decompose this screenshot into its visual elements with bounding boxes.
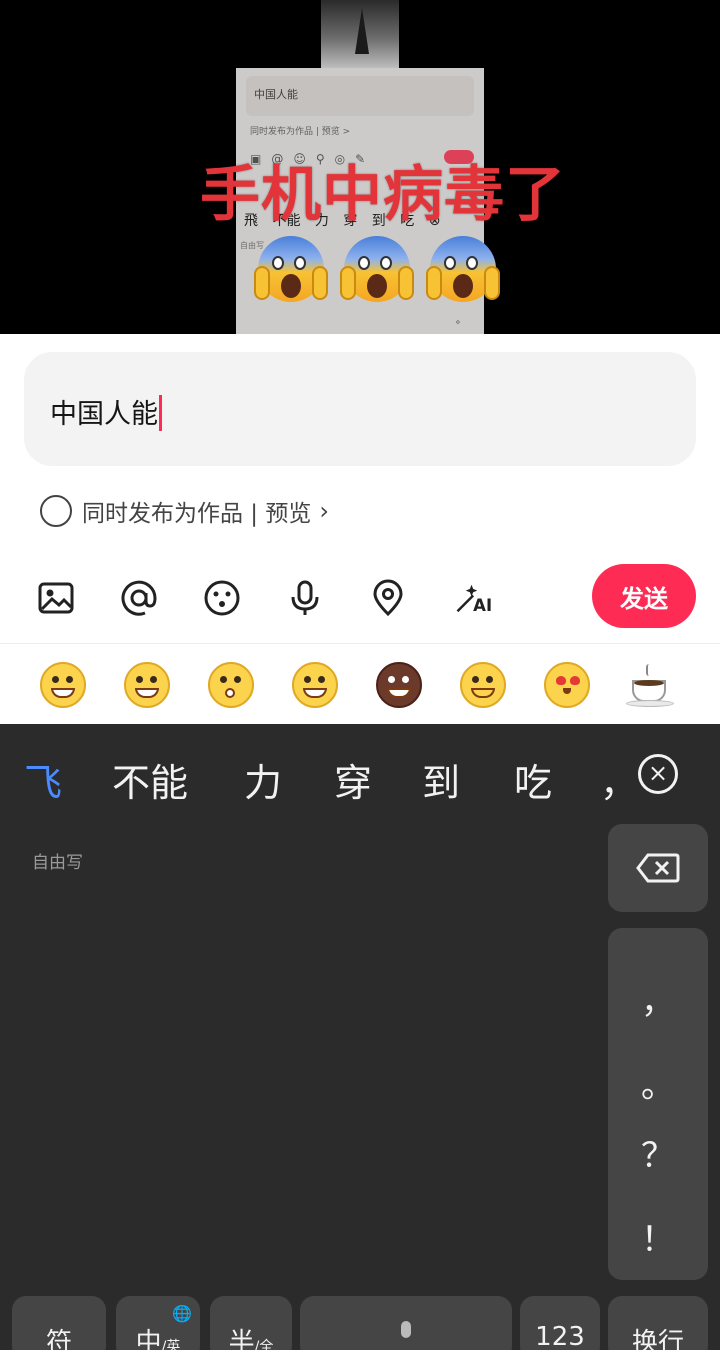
period-key[interactable]: 。 xyxy=(608,1058,708,1107)
publish-as-work-label: 同时发布为作品 | 预览 xyxy=(82,501,312,527)
half-full-width-key[interactable]: 半/全 xyxy=(210,1296,292,1350)
virus-caption: 手机中病毒了 xyxy=(200,160,566,230)
comment-input[interactable]: 中国人能 xyxy=(24,352,696,466)
comma-key[interactable]: ， xyxy=(608,974,708,1023)
emoji-icon[interactable] xyxy=(202,578,242,618)
ime-keyboard: 飞 不能 力 穿 到 吃 ， × 自由写 ， 。 ？ ！ 符 中/英 🌐 半/全… xyxy=(0,724,720,1350)
exclamation-key[interactable]: ！ xyxy=(608,1212,708,1261)
preview-dot: 。 xyxy=(456,315,466,326)
grinning-sweat-emoji[interactable] xyxy=(122,660,172,710)
face-screaming-in-fear-icon xyxy=(426,232,500,306)
close-candidates-icon[interactable]: × xyxy=(638,754,678,794)
half-width-label: 半 xyxy=(228,1328,255,1350)
smiling-emoji[interactable] xyxy=(458,660,508,710)
language-switch-key[interactable]: 中/英 🌐 xyxy=(116,1296,200,1350)
backspace-icon xyxy=(636,853,680,883)
full-width-sub: /全 xyxy=(254,1339,274,1350)
language-switch-label: 中 xyxy=(135,1328,162,1350)
face-screaming-in-fear-icon xyxy=(340,232,414,306)
candidate-item[interactable]: 不能 xyxy=(112,752,188,807)
comment-toolbar: AI 发送 xyxy=(0,564,720,632)
heart-eyes-kiss-emoji[interactable] xyxy=(542,660,592,710)
comment-panel: 中国人能 同时发布为作品 | 预览 › AI 发送 xyxy=(0,334,720,724)
text-caret xyxy=(159,394,162,431)
preview-input: 中国人能 xyxy=(246,76,474,116)
enter-key[interactable]: 换行 xyxy=(608,1296,708,1350)
candidate-bar: 飞 不能 力 穿 到 吃 ， xyxy=(0,746,720,806)
chevron-right-icon[interactable]: › xyxy=(319,497,329,525)
globe-icon: 🌐 xyxy=(172,1304,192,1323)
microphone-icon[interactable] xyxy=(285,578,325,618)
candidate-item[interactable]: 力 xyxy=(244,752,282,807)
video-preview-area: 中国人能 同时发布为作品 | 预览 > ▣@☺⚲◎✎ 飛 不能 力 穿 到 吃 … xyxy=(0,0,720,334)
question-key[interactable]: ？ xyxy=(608,1128,708,1177)
ai-label: AI xyxy=(473,596,492,615)
preview-publish-text: 同时发布为作品 | 预览 > xyxy=(250,127,351,137)
comment-input-value: 中国人能 xyxy=(50,399,158,430)
microphone-icon xyxy=(401,1321,411,1338)
punctuation-panel: ， 。 ？ ！ xyxy=(608,928,708,1280)
publish-radio[interactable] xyxy=(40,495,72,527)
candidate-item[interactable]: 吃 xyxy=(514,752,552,807)
at-mention-icon[interactable] xyxy=(119,578,159,618)
send-button[interactable]: 发送 xyxy=(592,564,696,628)
coffee-cup-emoji[interactable] xyxy=(626,660,676,710)
space-voice-key[interactable] xyxy=(300,1296,512,1350)
grin-emoji[interactable] xyxy=(290,660,340,710)
location-pin-icon[interactable] xyxy=(368,578,408,618)
publish-as-work-option[interactable]: 同时发布为作品 | 预览 › xyxy=(40,494,329,528)
laughing-rolling-emoji[interactable] xyxy=(38,660,88,710)
surprised-emoji[interactable] xyxy=(206,660,256,710)
handwriting-area-label: 自由写 xyxy=(32,853,83,873)
symbol-key[interactable]: 符 xyxy=(12,1296,106,1350)
candidate-item[interactable]: 飞 xyxy=(24,752,62,807)
keyboard-bottom-row: 符 中/英 🌐 半/全 123 换行 xyxy=(0,1296,720,1350)
candidate-item[interactable]: ， xyxy=(600,752,638,807)
image-icon[interactable] xyxy=(36,578,76,618)
backspace-key[interactable] xyxy=(608,824,708,912)
candidate-item[interactable]: 穿 xyxy=(334,752,372,807)
brown-face-emoji[interactable] xyxy=(374,660,424,710)
scared-emoji-row xyxy=(254,232,500,308)
emoji-quick-bar xyxy=(0,643,720,724)
numbers-key[interactable]: 123 xyxy=(520,1296,600,1350)
face-screaming-in-fear-icon xyxy=(254,232,328,306)
language-switch-sub: /英 xyxy=(161,1339,181,1350)
eiffel-tower-thumbnail xyxy=(321,0,399,68)
candidate-item[interactable]: 到 xyxy=(422,752,460,807)
ai-magic-wand-icon[interactable]: AI xyxy=(451,578,497,618)
